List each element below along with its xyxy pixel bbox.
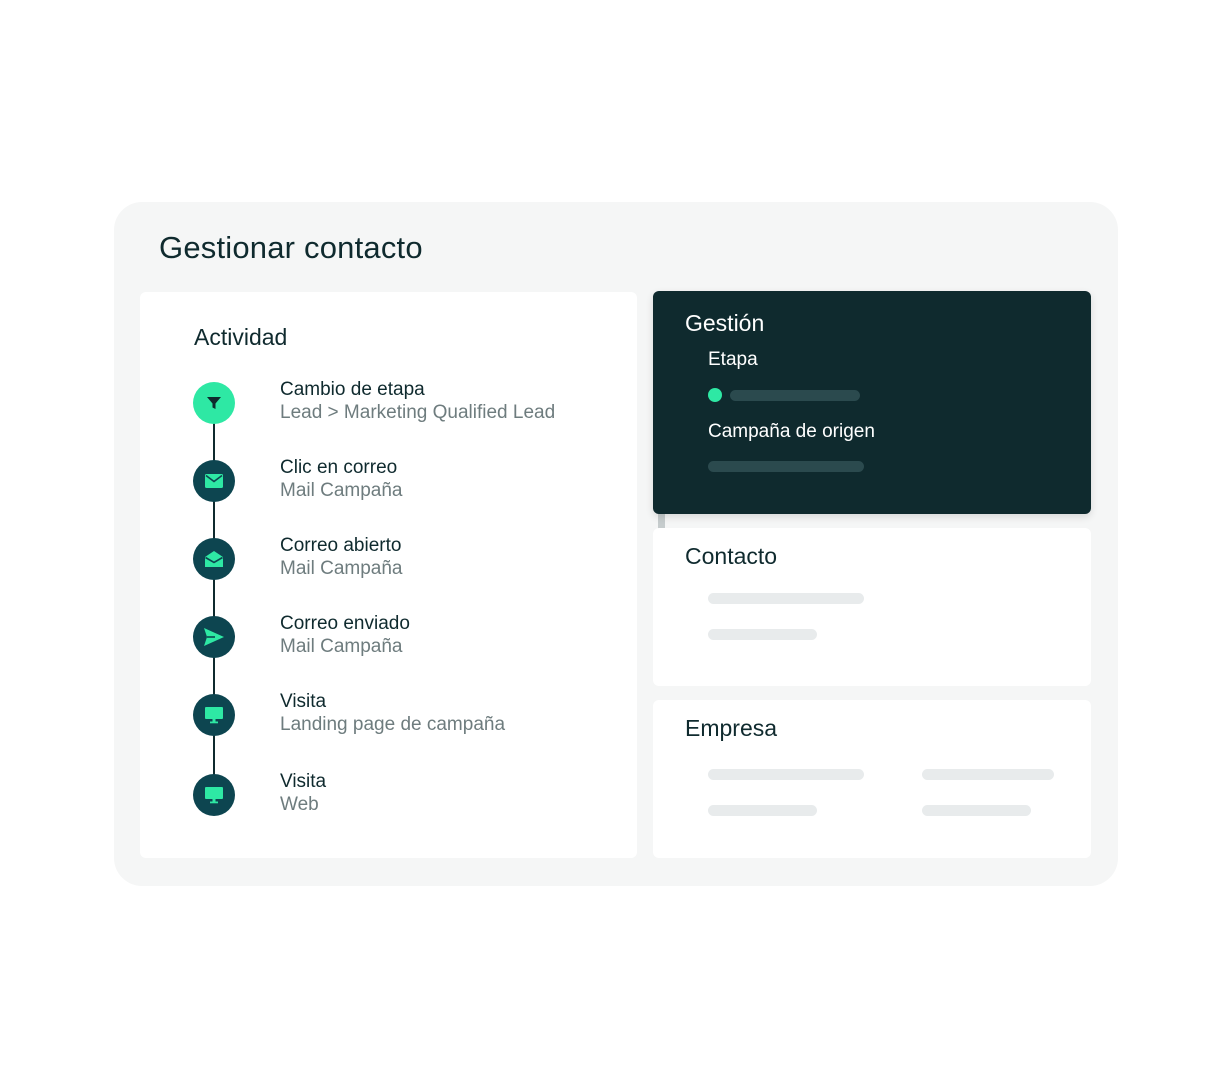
timeline-item-subtitle: Mail Campaña bbox=[280, 636, 403, 657]
send-icon bbox=[193, 616, 235, 658]
stage-value-placeholder[interactable] bbox=[730, 390, 860, 401]
activity-panel: Actividad Cambio de etapa Lead > Marketi… bbox=[140, 292, 665, 858]
company-field-placeholder bbox=[708, 769, 864, 780]
activity-title: Actividad bbox=[194, 324, 288, 350]
page-title: Gestionar contacto bbox=[159, 230, 423, 265]
company-title: Empresa bbox=[685, 715, 778, 741]
monitor-icon bbox=[193, 774, 235, 816]
origin-campaign-placeholder[interactable] bbox=[708, 461, 864, 472]
mail-icon bbox=[193, 460, 235, 502]
timeline-item-subtitle: Lead > Marketing Qualified Lead bbox=[280, 402, 556, 423]
management-panel: Gestión Etapa Campaña de origen bbox=[653, 291, 1091, 514]
funnel-icon bbox=[193, 382, 235, 424]
timeline-item-subtitle: Web bbox=[280, 794, 319, 815]
stage-label: Etapa bbox=[708, 349, 758, 370]
company-field-placeholder bbox=[922, 805, 1031, 816]
company-field-placeholder bbox=[922, 769, 1054, 780]
monitor-icon bbox=[193, 694, 235, 736]
timeline-item-subtitle: Mail Campaña bbox=[280, 558, 403, 579]
timeline-item-subtitle: Mail Campaña bbox=[280, 480, 403, 501]
manage-contact-card: Gestionar contacto Actividad Cambio de e… bbox=[114, 202, 1118, 886]
timeline-item-title: Visita bbox=[280, 771, 327, 792]
company-field-placeholder bbox=[708, 805, 817, 816]
open-mail-icon bbox=[193, 538, 235, 580]
company-panel: Empresa bbox=[653, 700, 1091, 858]
management-title: Gestión bbox=[685, 310, 765, 336]
timeline-item-subtitle: Landing page de campaña bbox=[280, 714, 506, 735]
timeline-item-title: Cambio de etapa bbox=[280, 379, 425, 400]
contact-title: Contacto bbox=[685, 543, 778, 569]
contact-field-placeholder bbox=[708, 593, 864, 604]
contact-field-placeholder bbox=[708, 629, 817, 640]
origin-campaign-label: Campaña de origen bbox=[708, 421, 875, 442]
contact-panel: Contacto bbox=[653, 528, 1091, 686]
timeline-item-title: Correo enviado bbox=[280, 613, 410, 634]
stage-status-dot bbox=[708, 388, 722, 402]
timeline-item-title: Visita bbox=[280, 691, 327, 712]
timeline-item-title: Clic en correo bbox=[280, 457, 398, 478]
timeline-item-title: Correo abierto bbox=[280, 535, 402, 556]
